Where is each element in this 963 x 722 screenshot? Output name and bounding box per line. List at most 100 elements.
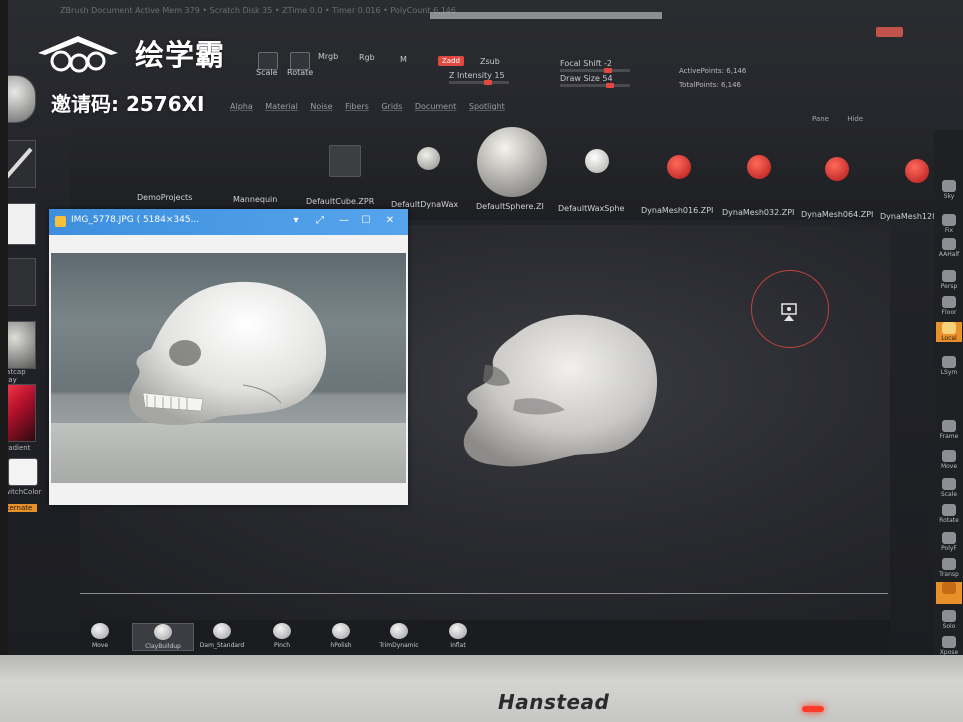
rs-local[interactable]: Local [936, 322, 962, 342]
shelf-label-default-waxsphere[interactable]: DefaultWaxSphe [558, 204, 624, 213]
rs-solo[interactable]: Solo [936, 610, 962, 630]
z-intensity-slider[interactable]: Z Intensity 15 [449, 71, 505, 80]
shelf-label-default-sphere[interactable]: DefaultSphere.ZI [476, 202, 544, 211]
move-hand-icon [942, 450, 956, 462]
camera-icon [781, 303, 797, 321]
thumb-default-dynawax[interactable] [417, 147, 440, 170]
tab-grids[interactable]: Grids [381, 102, 402, 111]
frame-icon [942, 420, 956, 432]
focal-shift-slider[interactable]: Focal Shift -2 [560, 59, 612, 68]
tray-tabs: Pane Hide [812, 115, 863, 123]
claybuildup-brush-icon [154, 624, 172, 640]
rs-fix[interactable]: Fix [936, 214, 962, 234]
draw-size-track[interactable] [560, 84, 630, 87]
rs-frame[interactable]: Frame [936, 420, 962, 440]
rs-ghost[interactable] [936, 582, 962, 604]
sky-icon [942, 180, 956, 192]
thumb-default-waxsphere[interactable] [585, 149, 609, 173]
image-viewer-window: IMG_5778.JPG ( 5184×345... ▾ ⤢ — ☐ ✕ [49, 209, 408, 505]
transp-icon [942, 558, 956, 570]
tab-hide[interactable]: Hide [847, 115, 863, 123]
local-icon [942, 322, 956, 334]
thumb-dynamesh064[interactable] [825, 157, 849, 181]
focal-shift-track[interactable] [560, 69, 630, 72]
shelf-label-dynamesh016[interactable]: DynaMesh016.ZPI [641, 206, 713, 215]
thumb-dynamesh032[interactable] [747, 155, 771, 179]
tab-document[interactable]: Document [415, 102, 456, 111]
secondary-color-swatch[interactable] [8, 458, 38, 486]
rs-scale[interactable]: Scale [936, 478, 962, 498]
brush-pinch[interactable]: Pinch [252, 623, 312, 649]
reference-photo [51, 253, 406, 483]
z-intensity-track[interactable] [449, 81, 509, 84]
tab-material[interactable]: Material [265, 102, 298, 111]
scale-label: Scale [256, 68, 278, 77]
draw-size-slider[interactable]: Draw Size 54 [560, 74, 613, 83]
shelf-label-dynamesh032[interactable]: DynaMesh032.ZPI [722, 208, 794, 217]
watermark-logo [38, 36, 118, 73]
persp-icon [942, 270, 956, 282]
zsub-button[interactable]: Zsub [480, 57, 500, 66]
monitor-bezel-left [0, 0, 8, 722]
brush-move[interactable]: Move [70, 623, 130, 649]
canvas-floor-line [80, 593, 888, 594]
rgb-button[interactable]: Rgb [359, 53, 375, 62]
focal-shift-knob[interactable] [604, 68, 612, 73]
shelf-label-mannequin[interactable]: Mannequin [233, 195, 277, 204]
status-bar-highlight [430, 12, 662, 19]
fullscreen-icon[interactable]: ⤢ [313, 214, 327, 228]
monitor-brand-logo: Hanstead [498, 690, 610, 714]
hpolish-brush-icon [332, 623, 350, 639]
maximize-icon[interactable]: ☐ [359, 214, 373, 228]
minimize-icon[interactable]: — [337, 214, 351, 228]
close-icon[interactable]: ✕ [383, 214, 397, 228]
sculpted-skull-model[interactable] [455, 305, 665, 475]
tab-fibers[interactable]: Fibers [345, 102, 369, 111]
draw-size-knob[interactable] [606, 83, 614, 88]
viewer-titlebar[interactable]: IMG_5778.JPG ( 5184×345... ▾ ⤢ — ☐ ✕ [49, 209, 408, 235]
m-button[interactable]: M [400, 55, 407, 64]
rs-lsym[interactable]: LSym [936, 356, 962, 376]
tab-pane[interactable]: Pane [812, 115, 829, 123]
rotate-label: Rotate [287, 68, 314, 77]
inflat-brush-icon [449, 623, 467, 639]
brush-claybuildup[interactable]: ClayBuildup [132, 623, 194, 651]
mrgb-button[interactable]: Mrgb [318, 52, 338, 61]
thumb-dynamesh016[interactable] [667, 155, 691, 179]
rs-sky[interactable]: Sky [936, 180, 962, 200]
rs-persp[interactable]: Persp [936, 270, 962, 290]
pinch-brush-icon [273, 623, 291, 639]
move-brush-icon [91, 623, 109, 639]
tab-spotlight[interactable]: Spotlight [469, 102, 505, 111]
z-intensity-knob[interactable] [484, 80, 492, 85]
shelf-label-default-dynawax[interactable]: DefaultDynaWax [391, 200, 458, 209]
brush-dam-standard[interactable]: Dam_Standard [192, 623, 252, 649]
power-led [802, 706, 824, 712]
menu-red-pill[interactable] [876, 27, 903, 37]
brush-trimdynamic[interactable]: TrimDynamic [369, 623, 429, 649]
active-points-readout: ActivePoints: 6,146 [679, 67, 747, 75]
rs-rotate[interactable]: Rotate [936, 504, 962, 524]
zadd-button[interactable]: Zadd [438, 56, 464, 66]
zbrush-screen: ZBrush Document Active Mem 379 • Scratch… [0, 0, 963, 664]
rs-aahalf[interactable]: AAHalf [936, 238, 962, 258]
thumb-default-cube[interactable] [329, 145, 361, 177]
rs-floor[interactable]: Floor [936, 296, 962, 316]
ghost-icon [942, 582, 956, 594]
shelf-label-default-cube[interactable]: DefaultCube.ZPR [306, 197, 374, 206]
rs-polyf[interactable]: PolyF [936, 532, 962, 552]
tab-noise[interactable]: Noise [310, 102, 332, 111]
shelf-label-demoprojects[interactable]: DemoProjects [137, 193, 192, 202]
shelf-label-dynamesh064[interactable]: DynaMesh064.ZPI [801, 210, 873, 219]
rs-move[interactable]: Move [936, 450, 962, 470]
brush-inflat[interactable]: Inflat [428, 623, 488, 649]
rs-transp[interactable]: Transp [936, 558, 962, 578]
thumb-default-sphere[interactable] [477, 127, 547, 197]
brush-hpolish[interactable]: hPolish [311, 623, 371, 649]
chevron-down-icon[interactable]: ▾ [289, 214, 303, 228]
viewer-app-icon [55, 216, 66, 227]
tab-alpha[interactable]: Alpha [230, 102, 253, 111]
right-shelf: Sky Fix AAHalf Persp Floor Local LSym Fr… [934, 130, 963, 660]
thumb-dynamesh128[interactable] [905, 159, 929, 183]
rs-xpose[interactable]: Xpose [936, 636, 962, 656]
